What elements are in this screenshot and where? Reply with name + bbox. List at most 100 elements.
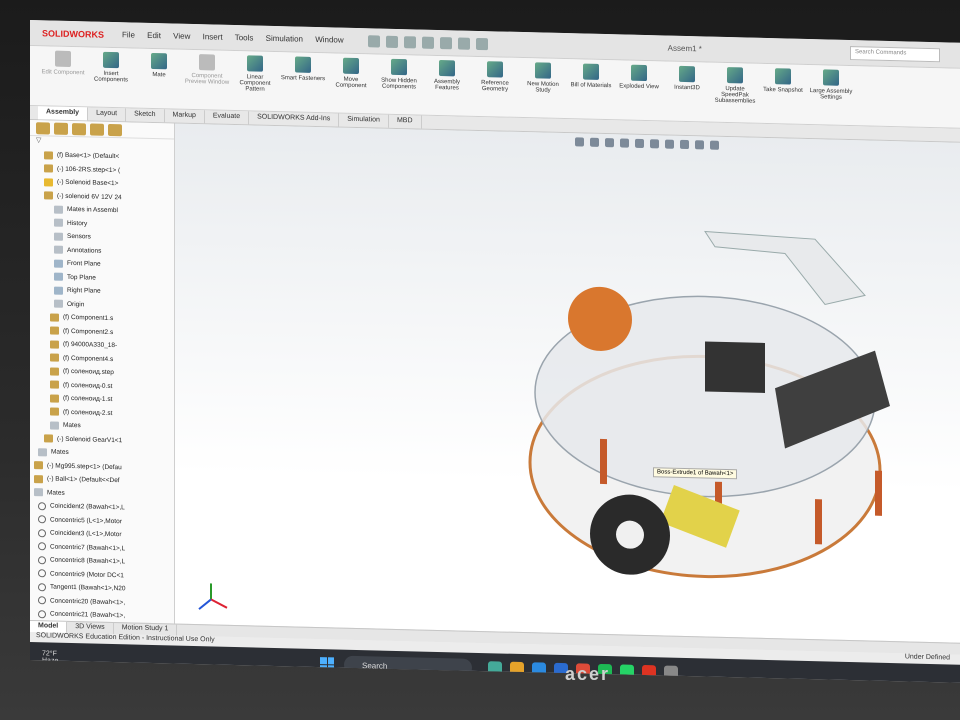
ribbon-label: New Motion Study [527,81,559,94]
menu-insert[interactable]: Insert [203,32,223,41]
view-orientation-icon[interactable] [635,138,644,149]
new-file-icon[interactable] [385,35,398,48]
folder-icon [38,447,47,457]
display-manager-tab-icon[interactable] [108,123,122,137]
menu-tools[interactable]: Tools [235,33,254,42]
save-icon[interactable] [421,36,434,49]
options-icon[interactable] [475,37,488,50]
plane-icon [54,272,63,282]
menu-file[interactable]: File [122,30,135,39]
open-file-icon[interactable] [403,35,416,48]
previous-view-icon[interactable] [605,138,614,148]
zoom-to-fit-icon[interactable] [575,137,584,147]
menu-view[interactable]: View [173,31,190,40]
ribbon-button[interactable]: Insert Components [88,47,134,107]
search-commands-input[interactable]: Search Commands [850,45,940,62]
display-style-icon[interactable] [650,139,659,149]
menu-bar: File Edit View Insert Tools Simulation W… [122,30,354,45]
section-view-icon[interactable] [620,138,629,148]
edit-appearance-icon[interactable] [680,139,689,150]
hide-show-items-icon[interactable] [665,139,674,149]
solenoid-block[interactable] [705,341,765,393]
ribbon-button[interactable]: Update SpeedPak Subassemblies [712,63,758,123]
ribbon-button[interactable]: Take Snapshot [760,64,806,124]
dimxpert-tab-icon[interactable] [90,123,104,136]
ribbon-button[interactable]: Instant3D [664,61,710,121]
tree-item-label: Origin [67,300,85,309]
ribbon-button[interactable]: Linear Component Pattern [232,51,278,111]
ribbon-button[interactable]: Edit Component [40,46,86,106]
menu-window[interactable]: Window [315,35,343,45]
ribbon-button[interactable]: Assembly Features [424,56,470,116]
tab-layout[interactable]: Layout [88,107,127,122]
ribbon-button[interactable]: Show Hidden Components [376,54,422,114]
select-icon[interactable] [457,36,470,50]
folder-icon [34,488,43,497]
tree-item-label: Mates [51,448,69,457]
part-icon [50,394,59,403]
graphics-viewport[interactable]: Boss-Extrude1 of Bawah<1> [175,123,960,643]
part-icon [50,407,59,416]
tree-item-label: (f) 94000A330_18- [63,341,118,350]
ribbon-button[interactable]: Move Component [328,53,374,113]
tree-item-label: (f) соленоид-1.st [63,395,113,404]
ribbon-label: Component Preview Window [184,72,230,86]
ribbon-button[interactable]: New Motion Study [520,58,566,118]
ribbon-button[interactable]: Reference Geometry [472,57,518,117]
ribbon-button[interactable]: Smart Fasteners [280,52,326,112]
view-settings-icon[interactable] [710,140,719,150]
tab-model[interactable]: Model [30,621,68,633]
ribbon-button[interactable]: Bill of Materials [568,59,614,119]
acer-logo: acer [565,664,611,684]
tree-item-label: Concentric5 (L<1>,Motor [50,516,122,525]
menu-simulation[interactable]: Simulation [266,34,303,44]
ribbon-tool-icon [439,59,455,77]
zoom-area-icon[interactable] [590,137,599,147]
tree-item-label: Mates [47,489,65,497]
ribbon-tool-icon [583,63,599,80]
ribbon-label: Smart Fasteners [280,75,326,83]
tree-item-label: Concentric8 (Bawah<1>,L [50,556,126,566]
ribbon-button[interactable]: Mate [136,49,182,109]
mate-icon [38,515,46,524]
tab-sketch[interactable]: Sketch [126,108,165,123]
tab-simulation[interactable]: Simulation [339,113,389,128]
apply-scene-icon[interactable] [695,140,704,150]
mate-icon [38,501,46,511]
part-icon [34,474,43,484]
print-icon[interactable] [439,36,452,49]
selection-tooltip: Boss-Extrude1 of Bawah<1> [653,467,738,480]
ribbon-button[interactable]: Exploded View [616,60,662,120]
ribbon-button[interactable]: Component Preview Window [184,50,230,110]
tab-mbd[interactable]: MBD [388,114,422,129]
servo-arm[interactable] [704,230,866,305]
tree-item-label: (-) Mg995.step<1> (Defau [47,462,122,471]
ribbon-tool-icon [391,58,407,76]
tab-assembly[interactable]: Assembly [38,106,89,121]
part-icon [50,353,59,362]
tab-solidworks-add-ins[interactable]: SOLIDWORKS Add-Ins [249,111,340,127]
part-icon [44,164,53,173]
configuration-manager-tab-icon[interactable] [72,123,86,136]
tree-item-label: Coincident2 (Bawah<1>,L [50,502,125,512]
mate-icon [38,528,46,538]
ribbon-tool-icon [151,52,167,70]
ribbon-button[interactable]: Large Assembly Settings [808,65,854,125]
ribbon-label: Insert Components [93,70,129,84]
mate-icon [38,582,46,592]
tab-markup[interactable]: Markup [164,109,205,124]
ribbon-tool-icon [199,54,215,71]
menu-edit[interactable]: Edit [147,31,161,40]
robot-assembly-model[interactable] [175,124,960,643]
home-icon[interactable] [367,34,380,48]
feature-manager-tab-icon[interactable] [36,122,50,135]
ribbon-label: Move Component [335,76,367,90]
property-manager-tab-icon[interactable] [54,122,68,135]
tree-item-label: (-) 106-2RS.step<1> ( [57,165,121,174]
plane-icon [54,259,63,268]
tree-item-label: (-) solenoid 6V 12V 24 [57,192,122,201]
ribbon-label: Large Assembly Settings [809,88,853,101]
ribbon-label: Show Hidden Components [381,77,417,91]
tab-evaluate[interactable]: Evaluate [204,110,250,125]
tree-item-label: Concentric20 (Bawah<1>, [50,597,126,607]
